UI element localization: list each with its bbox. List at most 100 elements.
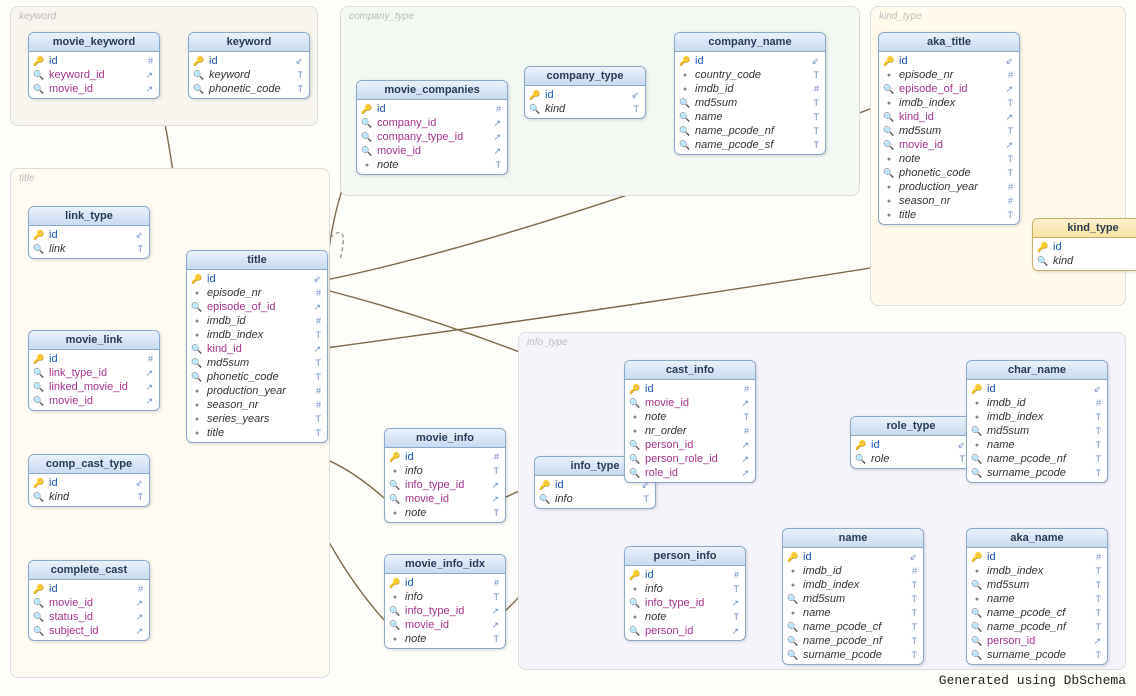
column-season_nr[interactable]: season_nr#: [879, 194, 1019, 208]
column-kind[interactable]: kindT: [525, 102, 645, 116]
column-id[interactable]: id⇙: [879, 54, 1019, 68]
column-id[interactable]: id#: [625, 568, 745, 582]
table-aka_name[interactable]: aka_nameid#imdb_indexTmd5sumTnameTname_p…: [966, 528, 1108, 665]
table-header[interactable]: title: [187, 251, 327, 270]
column-name_pcode_nf[interactable]: name_pcode_nfT: [783, 634, 923, 648]
column-phonetic_code[interactable]: phonetic_codeT: [187, 370, 327, 384]
table-aka_title[interactable]: aka_title id⇙episode_nr#episode_of_id↗imd…: [878, 32, 1020, 225]
column-movie_id[interactable]: movie_id↗: [625, 396, 755, 410]
column-phonetic_code[interactable]: phonetic_codeT: [189, 82, 309, 96]
column-id[interactable]: id#: [967, 550, 1107, 564]
table-keyword[interactable]: keywordid⇙keywordTphonetic_codeT: [188, 32, 310, 99]
column-id[interactable]: id⇙: [675, 54, 825, 68]
table-movie_companies[interactable]: movie_companiesid#company_id↗company_typ…: [356, 80, 508, 175]
column-info[interactable]: infoT: [625, 582, 745, 596]
column-person_id[interactable]: person_id↗: [967, 634, 1107, 648]
column-id[interactable]: id#: [29, 582, 149, 596]
table-header[interactable]: role_type: [851, 417, 971, 436]
table-movie_link[interactable]: movie_linkid#link_type_id↗linked_movie_i…: [28, 330, 160, 411]
column-id[interactable]: id#: [29, 54, 159, 68]
column-movie_id[interactable]: movie_id↗: [29, 82, 159, 96]
column-md5sum[interactable]: md5sumT: [675, 96, 825, 110]
table-header[interactable]: person_info: [625, 547, 745, 566]
column-episode_nr[interactable]: episode_nr#: [187, 286, 327, 300]
column-episode_nr[interactable]: episode_nr#: [879, 68, 1019, 82]
column-id[interactable]: id#: [625, 382, 755, 396]
column-id[interactable]: id⇙: [29, 476, 149, 490]
column-linked_movie_id[interactable]: linked_movie_id↗: [29, 380, 159, 394]
column-episode_of_id[interactable]: episode_of_id↗: [879, 82, 1019, 96]
table-header[interactable]: name: [783, 529, 923, 548]
column-imdb_index[interactable]: imdb_indexT: [967, 410, 1107, 424]
table-movie_info_idx[interactable]: movie_info_idxid#infoTinfo_type_id↗movie…: [384, 554, 506, 649]
table-header[interactable]: movie_keyword: [29, 33, 159, 52]
column-imdb_id[interactable]: imdb_id#: [967, 396, 1107, 410]
column-id[interactable]: id#: [385, 576, 505, 590]
table-header[interactable]: movie_info_idx: [385, 555, 505, 574]
table-company_name[interactable]: company_nameid⇙country_codeTimdb_id#md5s…: [674, 32, 826, 155]
table-header[interactable]: link_type: [29, 207, 149, 226]
table-char_name[interactable]: char_nameid⇙imdb_id#imdb_indexTmd5sumTna…: [966, 360, 1108, 483]
table-header[interactable]: complete_cast: [29, 561, 149, 580]
table-movie_keyword[interactable]: movie_keywordid#keyword_id↗movie_id↗: [28, 32, 160, 99]
table-header[interactable]: aka_title: [879, 33, 1019, 52]
table-company_type[interactable]: company_typeid⇙kindT: [524, 66, 646, 119]
column-episode_of_id[interactable]: episode_of_id↗: [187, 300, 327, 314]
column-production_year[interactable]: production_year#: [879, 180, 1019, 194]
table-header[interactable]: movie_info: [385, 429, 505, 448]
column-title[interactable]: titleT: [187, 426, 327, 440]
column-subject_id[interactable]: subject_id↗: [29, 624, 149, 638]
column-movie_id[interactable]: movie_id↗: [357, 144, 507, 158]
table-role_type[interactable]: role_typeid⇙roleT: [850, 416, 972, 469]
column-imdb_id[interactable]: imdb_id#: [783, 564, 923, 578]
table-header[interactable]: movie_companies: [357, 81, 507, 100]
column-kind_id[interactable]: kind_id↗: [187, 342, 327, 356]
column-imdb_id[interactable]: imdb_id#: [187, 314, 327, 328]
column-link_type_id[interactable]: link_type_id↗: [29, 366, 159, 380]
table-cast_info[interactable]: cast_infoid#movie_id↗noteTnr_order#perso…: [624, 360, 756, 483]
column-imdb_index[interactable]: imdb_indexT: [879, 96, 1019, 110]
column-id[interactable]: id⇙: [1033, 240, 1136, 254]
column-role[interactable]: roleT: [851, 452, 971, 466]
column-md5sum[interactable]: md5sumT: [187, 356, 327, 370]
column-id[interactable]: id⇙: [783, 550, 923, 564]
column-surname_pcode[interactable]: surname_pcodeT: [783, 648, 923, 662]
column-name_pcode_sf[interactable]: name_pcode_sfT: [675, 138, 825, 152]
column-name[interactable]: nameT: [675, 110, 825, 124]
table-header[interactable]: movie_link: [29, 331, 159, 350]
column-surname_pcode[interactable]: surname_pcodeT: [967, 648, 1107, 662]
column-status_id[interactable]: status_id↗: [29, 610, 149, 624]
column-name_pcode_nf[interactable]: name_pcode_nfT: [675, 124, 825, 138]
column-series_years[interactable]: series_yearsT: [187, 412, 327, 426]
column-imdb_index[interactable]: imdb_indexT: [967, 564, 1107, 578]
table-name[interactable]: nameid⇙imdb_id#imdb_indexTmd5sumTnameTna…: [782, 528, 924, 665]
column-season_nr[interactable]: season_nr#: [187, 398, 327, 412]
table-header[interactable]: cast_info: [625, 361, 755, 380]
column-note[interactable]: noteT: [625, 410, 755, 424]
column-info_type_id[interactable]: info_type_id↗: [625, 596, 745, 610]
table-complete_cast[interactable]: complete_castid#movie_id↗status_id↗subje…: [28, 560, 150, 641]
column-id[interactable]: id⇙: [29, 228, 149, 242]
table-person_info[interactable]: person_infoid#infoTinfo_type_id↗noteTper…: [624, 546, 746, 641]
table-header[interactable]: aka_name: [967, 529, 1107, 548]
table-header[interactable]: company_name: [675, 33, 825, 52]
column-person_id[interactable]: person_id↗: [625, 624, 745, 638]
column-md5sum[interactable]: md5sumT: [967, 424, 1107, 438]
column-movie_id[interactable]: movie_id↗: [879, 138, 1019, 152]
column-note[interactable]: noteT: [879, 152, 1019, 166]
table-header[interactable]: kind_type: [1033, 219, 1136, 238]
column-company_type_id[interactable]: company_type_id↗: [357, 130, 507, 144]
column-name[interactable]: nameT: [967, 438, 1107, 452]
column-id[interactable]: id⇙: [189, 54, 309, 68]
table-link_type[interactable]: link_type id⇙linkT: [28, 206, 150, 259]
column-name_pcode_cf[interactable]: name_pcode_cfT: [783, 620, 923, 634]
table-header[interactable]: company_type: [525, 67, 645, 86]
column-name[interactable]: nameT: [783, 606, 923, 620]
column-production_year[interactable]: production_year#: [187, 384, 327, 398]
table-header[interactable]: comp_cast_type: [29, 455, 149, 474]
table-comp_cast_type[interactable]: comp_cast_typeid⇙kindT: [28, 454, 150, 507]
column-nr_order[interactable]: nr_order#: [625, 424, 755, 438]
column-keyword[interactable]: keywordT: [189, 68, 309, 82]
column-link[interactable]: linkT: [29, 242, 149, 256]
column-name_pcode_nf[interactable]: name_pcode_nfT: [967, 452, 1107, 466]
